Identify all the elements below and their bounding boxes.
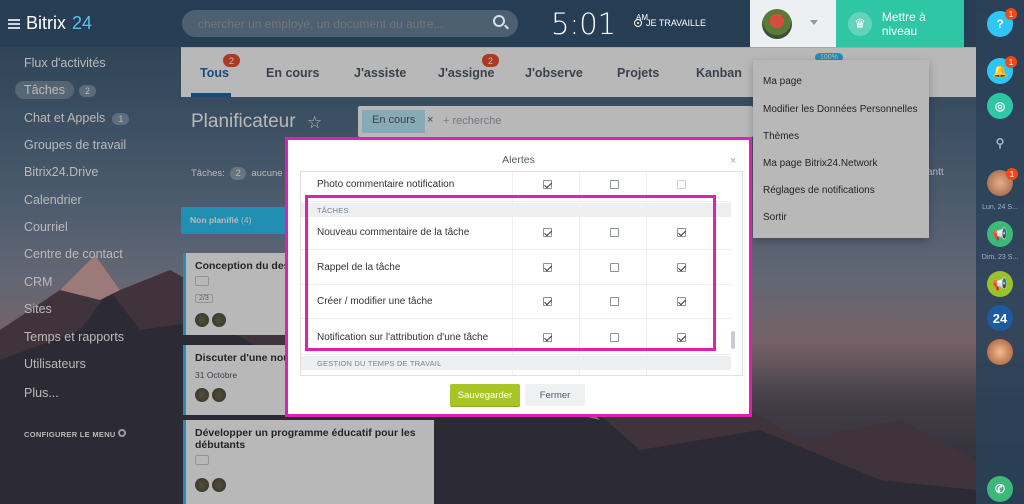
rail-date-label: Dim, 23 S... <box>981 254 1019 261</box>
rail-date-label: Lun, 24 S... <box>982 204 1018 211</box>
scrollbar[interactable] <box>731 331 735 349</box>
hamburger-icon[interactable] <box>8 18 20 29</box>
checkbox[interactable] <box>543 180 552 189</box>
work-status-label: JE TRAVAILLE <box>646 18 707 28</box>
logo[interactable]: Bitrix 24 <box>8 13 92 34</box>
logo-text: Bitrix <box>26 13 66 33</box>
phone-icon[interactable]: ✆ <box>987 476 1013 502</box>
user-avatar[interactable] <box>762 9 792 39</box>
clock: 5:01 <box>551 7 617 41</box>
upgrade-label: Mettre à niveau <box>881 9 926 38</box>
search-icon[interactable] <box>493 15 505 27</box>
bitrix24-icon[interactable]: 24 <box>987 305 1013 331</box>
megaphone-icon[interactable]: 📢 <box>987 221 1013 247</box>
chevron-down-icon[interactable] <box>810 20 818 25</box>
contact-avatar[interactable] <box>987 339 1013 365</box>
crown-icon: ♛ <box>848 11 872 36</box>
right-rail: ? 1 🔔 1 ◎ ⚲ 1 Lun, 24 S... 📢 Dim, 23 S..… <box>976 0 1024 504</box>
section-header-time: GESTION DU TEMPS DE TRAVAIL <box>301 356 731 370</box>
modal-title: Alertes <box>502 154 535 166</box>
work-status[interactable]: JE TRAVAILLE <box>634 18 706 28</box>
record-icon <box>634 19 642 27</box>
save-button[interactable]: Sauvegarder <box>450 384 520 406</box>
search-icon[interactable]: ⚲ <box>987 130 1013 156</box>
checkbox[interactable] <box>610 180 619 189</box>
checkbox <box>677 180 686 189</box>
megaphone-icon[interactable]: 📢 <box>987 271 1013 297</box>
close-icon[interactable]: × <box>730 155 736 167</box>
contact-badge: 1 <box>1006 168 1018 180</box>
cancel-button[interactable]: Fermer <box>525 384 585 406</box>
highlight-box <box>305 195 716 351</box>
global-search-input[interactable] <box>182 10 518 37</box>
upgrade-button[interactable]: ♛ Mettre à niveau <box>836 0 964 47</box>
chat-icon[interactable]: ◎ <box>987 93 1013 119</box>
bell-badge: 1 <box>1005 56 1017 68</box>
notification-label: Photo commentaire notification <box>317 179 455 190</box>
logo-number: 24 <box>72 13 93 33</box>
help-badge: 1 <box>1005 8 1017 20</box>
